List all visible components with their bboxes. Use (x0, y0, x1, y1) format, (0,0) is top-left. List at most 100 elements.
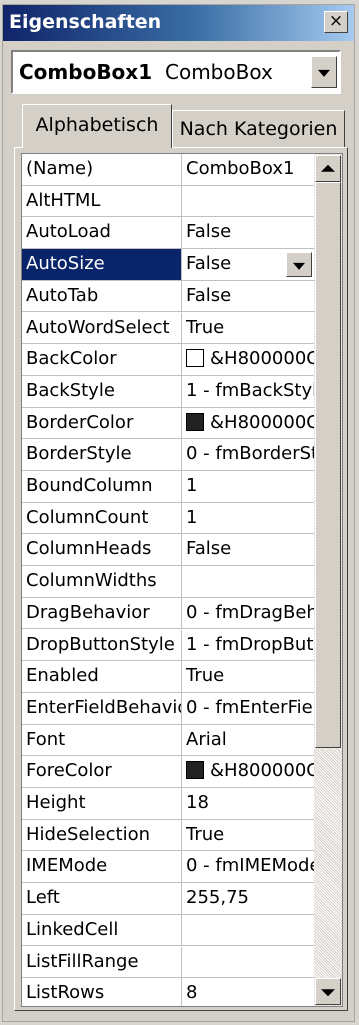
property-name[interactable]: ForeColor (22, 756, 182, 787)
property-value[interactable]: &H800000C (182, 756, 314, 787)
property-value[interactable]: 18 (182, 788, 314, 819)
property-name[interactable]: ColumnHeads (22, 534, 182, 566)
property-name[interactable]: ColumnWidths (22, 566, 182, 597)
vertical-scrollbar[interactable] (314, 154, 342, 1006)
property-value[interactable]: 8 (182, 978, 314, 1006)
property-name[interactable]: AutoSize (22, 249, 182, 280)
property-value[interactable]: Arial (182, 725, 314, 756)
property-row[interactable]: (Name) ComboBox1 (22, 154, 314, 186)
property-value[interactable] (182, 915, 314, 946)
property-name[interactable]: ColumnCount (22, 502, 182, 534)
property-name[interactable]: Font (22, 724, 182, 756)
property-value[interactable]: 255,75 (182, 883, 314, 914)
property-row[interactable]: AutoWordSelect True (22, 312, 314, 345)
property-name[interactable]: AutoTab (22, 280, 182, 312)
property-name[interactable]: EnterFieldBehavior (22, 692, 182, 724)
property-value[interactable]: True (182, 820, 314, 851)
scrollbar-thumb[interactable] (315, 182, 341, 748)
object-type: ComboBox (165, 60, 273, 84)
property-row[interactable]: DragBehavior0 - fmDragBehavior (22, 597, 314, 630)
scroll-up-button[interactable] (315, 155, 341, 182)
property-name[interactable]: ListFillRange (22, 946, 182, 978)
property-value[interactable]: &H800000C (182, 408, 314, 439)
title-bar[interactable]: Eigenschaften × (3, 5, 354, 41)
property-value[interactable]: 0 - fmDragBehavior (182, 598, 314, 629)
property-value[interactable]: False (182, 534, 314, 565)
property-name[interactable]: (Name) (22, 154, 182, 185)
chevron-down-icon (293, 262, 305, 270)
property-row[interactable]: AutoLoad False (22, 217, 314, 250)
property-value[interactable]: ComboBox1 (182, 154, 314, 185)
property-name[interactable]: Enabled (22, 661, 182, 692)
property-value[interactable]: True (182, 661, 314, 692)
property-name[interactable]: LinkedCell (22, 914, 182, 946)
property-value[interactable]: 0 - fmIMEMode (182, 851, 314, 882)
property-value[interactable]: False (182, 217, 314, 248)
property-value[interactable]: 1 (182, 503, 314, 534)
property-value-text: 255,75 (186, 887, 249, 909)
property-value-text: 0 - fmBorderStyle (186, 443, 314, 465)
property-name[interactable]: BackStyle (22, 375, 182, 407)
property-row[interactable]: BackColor &H800000C (22, 344, 314, 376)
property-row[interactable]: HideSelection True (22, 819, 314, 852)
property-name[interactable]: IMEMode (22, 851, 182, 883)
object-selector-dropdown-button[interactable] (311, 56, 337, 88)
property-name[interactable]: AutoWordSelect (22, 312, 182, 344)
property-row[interactable]: AutoTab False (22, 280, 314, 313)
property-name[interactable]: ListRows (22, 978, 182, 1006)
object-selector-dropdown[interactable]: ComboBox1 ComboBox (11, 50, 341, 94)
property-row[interactable]: Enabled True (22, 661, 314, 693)
property-value[interactable]: 1 - fmDropButton (182, 630, 314, 661)
property-value-text: 1 - fmDropButton (186, 633, 314, 655)
property-value[interactable]: 1 - fmBackStyle (182, 376, 314, 407)
property-row[interactable]: BorderStyle0 - fmBorderStyle (22, 439, 314, 471)
property-value-text: True (186, 316, 225, 338)
property-row[interactable]: ListFillRange (22, 946, 314, 979)
property-value[interactable]: True (182, 313, 314, 344)
property-value-text: True (186, 665, 225, 687)
property-value[interactable] (182, 186, 314, 217)
property-value-text: 0 - fmDragBehavior (186, 601, 314, 623)
property-value[interactable] (182, 947, 314, 978)
property-row[interactable]: Left 255,75 (22, 883, 314, 915)
property-name[interactable]: DragBehavior (22, 597, 182, 629)
property-row[interactable]: BoundColumn 1 (22, 471, 314, 503)
property-name[interactable]: DropButtonStyle (22, 629, 182, 661)
property-row[interactable]: ColumnCount 1 (22, 502, 314, 535)
property-row[interactable]: ColumnHeads False (22, 534, 314, 567)
property-name[interactable]: Left (22, 883, 182, 914)
property-row[interactable]: ListRows 8 (22, 978, 314, 1006)
property-value[interactable]: 1 (182, 471, 314, 502)
property-value[interactable]: 0 - fmBorderStyle (182, 439, 314, 470)
property-name[interactable]: BackColor (22, 344, 182, 375)
property-name[interactable]: AltHTML (22, 185, 182, 217)
property-row[interactable]: BorderColor &H800000C (22, 407, 314, 440)
close-button[interactable]: × (324, 11, 348, 33)
property-value[interactable] (182, 566, 314, 597)
property-row[interactable]: EnterFieldBehavior0 - fmEnterField (22, 692, 314, 725)
property-value[interactable]: &H800000C (182, 344, 314, 375)
property-row[interactable]: IMEMode 0 - fmIMEMode (22, 851, 314, 884)
property-grid: (Name) ComboBox1 AltHTML AutoLoad False AutoS… (21, 153, 343, 1007)
value-dropdown-button[interactable] (286, 252, 312, 278)
property-name[interactable]: BoundColumn (22, 471, 182, 502)
scroll-down-button[interactable] (315, 978, 341, 1005)
property-name[interactable]: HideSelection (22, 819, 182, 851)
property-row[interactable]: Height 18 (22, 788, 314, 820)
property-row[interactable]: AltHTML (22, 185, 314, 218)
property-row[interactable]: DropButtonStyle1 - fmDropButton (22, 629, 314, 662)
property-name[interactable]: Height (22, 788, 182, 819)
property-name[interactable]: BorderColor (22, 407, 182, 439)
property-row[interactable]: Font Arial (22, 724, 314, 757)
property-value[interactable]: 0 - fmEnterField (182, 693, 314, 724)
property-row[interactable]: AutoSize False (22, 249, 314, 281)
property-name[interactable]: BorderStyle (22, 439, 182, 470)
property-name[interactable]: AutoLoad (22, 217, 182, 249)
property-row[interactable]: LinkedCell (22, 914, 314, 947)
property-value[interactable]: False (182, 281, 314, 312)
tab-nach-kategorien[interactable]: Nach Kategorien (172, 110, 345, 148)
property-row[interactable]: BackStyle 1 - fmBackStyle (22, 375, 314, 408)
tab-alphabetisch[interactable]: Alphabetisch (22, 104, 172, 148)
property-row[interactable]: ColumnWidths (22, 566, 314, 598)
property-row[interactable]: ForeColor &H800000C (22, 756, 314, 788)
